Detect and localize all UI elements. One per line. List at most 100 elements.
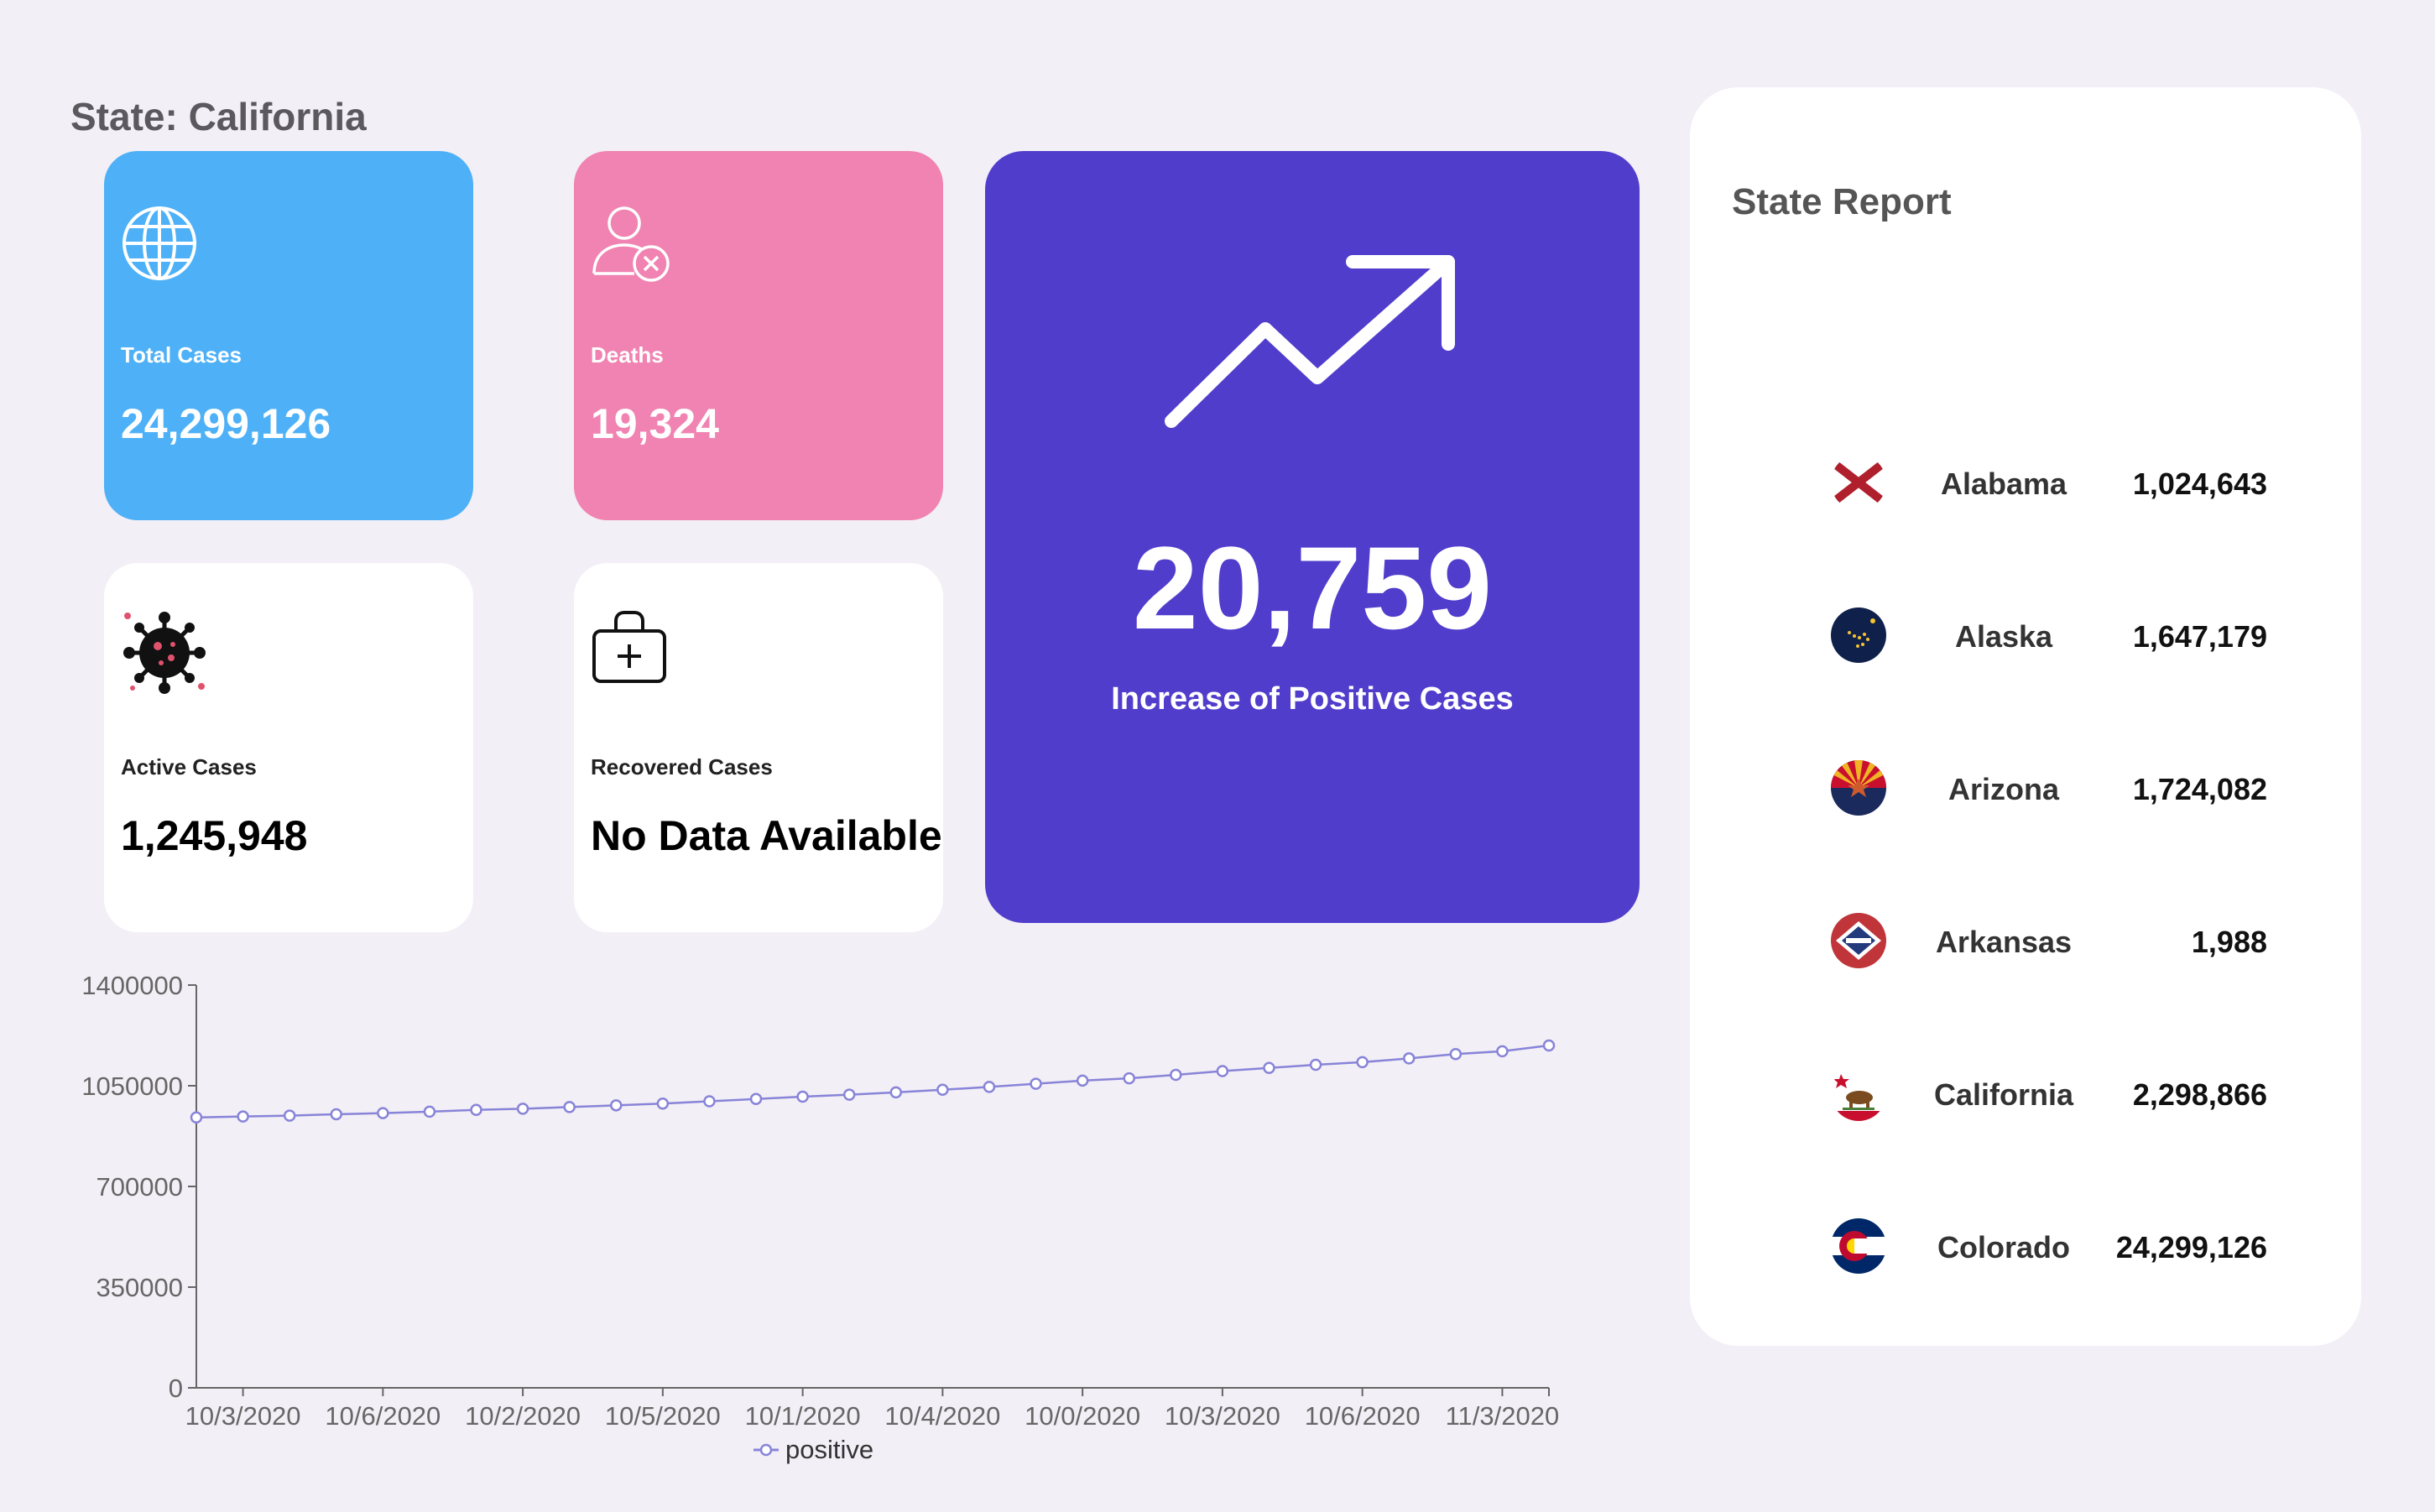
data-point[interactable]: [1123, 1071, 1135, 1085]
california-flag-icon: [1831, 1066, 1886, 1121]
data-point[interactable]: [377, 1107, 389, 1119]
active-cases-label: Active Cases: [121, 754, 257, 779]
report-state-value: 1,724,082: [2132, 772, 2267, 806]
data-point[interactable]: [330, 1108, 343, 1121]
data-point[interactable]: [610, 1099, 623, 1112]
data-point[interactable]: [1356, 1056, 1369, 1069]
y-axis: 0 350000 700000 1050000 1400000: [81, 971, 197, 1403]
legend-marker: [759, 1443, 773, 1457]
report-row-colorado[interactable]: Colorado 24,299,126: [1831, 1217, 2267, 1275]
x-tick-label: 10/3/2020: [1165, 1401, 1280, 1431]
report-state-name: California: [1933, 1077, 2074, 1112]
legend-label: positive: [785, 1435, 873, 1464]
x-tick-label: 10/6/2020: [1305, 1401, 1421, 1431]
data-point[interactable]: [889, 1086, 903, 1099]
data-point[interactable]: [1496, 1045, 1509, 1058]
data-point[interactable]: [563, 1101, 576, 1113]
report-row-arkansas[interactable]: Arkansas 1,988: [1831, 911, 2267, 970]
chart-legend[interactable]: positive: [753, 1435, 873, 1464]
alabama-flag-icon: [1831, 455, 1886, 510]
data-point[interactable]: [796, 1090, 809, 1103]
report-row-arizona[interactable]: Arizona 1,724,082: [1831, 759, 2267, 817]
x-tick-label: 10/2/2020: [465, 1401, 581, 1431]
deaths-label: Deaths: [591, 342, 664, 368]
recovered-cases-value: No Data Available: [591, 812, 942, 859]
x-axis: 10/3/2020 10/6/2020 10/2/2020 10/5/2020 10/1…: [185, 1387, 1560, 1431]
series-positive: [190, 1039, 1556, 1124]
report-row-california[interactable]: California 2,298,866: [1831, 1064, 2267, 1123]
x-tick-label: 10/1/2020: [745, 1401, 861, 1431]
y-tick-label: 1050000: [81, 1071, 183, 1101]
data-point[interactable]: [983, 1081, 996, 1093]
y-tick-label: 700000: [96, 1172, 183, 1202]
report-state-value: 1,024,643: [2132, 467, 2267, 501]
data-point[interactable]: [237, 1110, 249, 1123]
report-row-alabama[interactable]: Alabama 1,024,643: [1831, 453, 2267, 512]
data-point[interactable]: [470, 1103, 482, 1117]
report-state-name: Arizona: [1947, 772, 2059, 806]
state-report-title: State Report: [1732, 181, 1952, 222]
data-point[interactable]: [190, 1111, 203, 1124]
data-point[interactable]: [703, 1095, 716, 1108]
data-point[interactable]: [936, 1083, 949, 1097]
x-tick-label: 10/6/2020: [325, 1401, 441, 1431]
data-point[interactable]: [656, 1098, 670, 1110]
page-title: State: California: [70, 95, 367, 138]
arizona-flag-icon: [1831, 760, 1886, 816]
total-cases-card[interactable]: Total Cases 24,299,126: [104, 151, 473, 520]
increase-card[interactable]: 20,759 Increase of Positive Cases: [985, 151, 1640, 923]
medical-bag-icon: [591, 609, 668, 689]
x-tick-label: 10/0/2020: [1025, 1401, 1140, 1431]
data-point[interactable]: [516, 1103, 529, 1115]
trending-up-icon: [1163, 252, 1465, 449]
data-point[interactable]: [1402, 1052, 1416, 1065]
alaska-flag-icon: [1831, 607, 1886, 663]
active-cases-card[interactable]: Active Cases 1,245,948: [104, 563, 473, 932]
data-point[interactable]: [1170, 1068, 1182, 1082]
deaths-value: 19,324: [591, 400, 719, 447]
data-point[interactable]: [749, 1092, 763, 1106]
x-tick-label: 10/5/2020: [605, 1401, 721, 1431]
state-report-panel: State Report Alabama 1,024,643 Alaska 1,…: [1690, 87, 2361, 1346]
y-tick-label: 1400000: [81, 971, 183, 1000]
y-tick-label: 0: [169, 1374, 183, 1403]
increase-value: 20,759: [1132, 522, 1493, 654]
y-tick-label: 350000: [96, 1273, 183, 1302]
deaths-card[interactable]: Deaths 19,324: [574, 151, 943, 520]
report-state-value: 2,298,866: [2132, 1077, 2267, 1112]
series-line: [196, 1044, 1550, 1118]
data-point[interactable]: [423, 1105, 436, 1118]
data-point[interactable]: [842, 1088, 856, 1101]
globe-icon: [121, 205, 198, 286]
x-tick-label: 10/3/2020: [185, 1401, 301, 1431]
increase-label: Increase of Positive Cases: [1111, 681, 1514, 717]
data-point[interactable]: [1216, 1065, 1229, 1077]
data-point[interactable]: [283, 1109, 296, 1122]
total-cases-label: Total Cases: [121, 342, 242, 368]
report-state-value: 1,647,179: [2132, 619, 2267, 654]
data-point[interactable]: [1076, 1074, 1089, 1087]
report-state-name: Arkansas: [1935, 925, 2073, 959]
total-cases-value: 24,299,126: [121, 400, 331, 447]
x-tick-label: 11/3/2020: [1446, 1401, 1560, 1431]
data-point[interactable]: [1263, 1061, 1275, 1074]
report-state-name: Alabama: [1940, 467, 2067, 501]
line-chart-svg: 035000070000010500001400000 10/3/2020 10/…: [81, 971, 1560, 1464]
report-state-name: Colorado: [1937, 1230, 2070, 1264]
recovered-cases-card[interactable]: Recovered Cases No Data Available: [574, 563, 943, 932]
active-cases-value: 1,245,948: [121, 812, 308, 859]
data-point[interactable]: [1449, 1048, 1463, 1061]
data-point[interactable]: [1030, 1077, 1042, 1090]
x-tick-label: 10/4/2020: [884, 1401, 1000, 1431]
user-x-icon: [591, 205, 675, 289]
colorado-flag-icon: [1831, 1218, 1886, 1274]
data-point[interactable]: [1542, 1039, 1556, 1052]
virus-icon: [121, 609, 208, 701]
data-point[interactable]: [1309, 1058, 1322, 1071]
dashboard: State: California Total Cases 24,299,126: [0, 0, 2435, 1512]
report-row-alaska[interactable]: Alaska 1,647,179: [1831, 606, 2267, 665]
recovered-cases-label: Recovered Cases: [591, 754, 773, 779]
report-state-name: Alaska: [1954, 619, 2053, 654]
report-state-value: 1,988: [2191, 925, 2267, 959]
arkansas-flag-icon: [1831, 913, 1886, 968]
